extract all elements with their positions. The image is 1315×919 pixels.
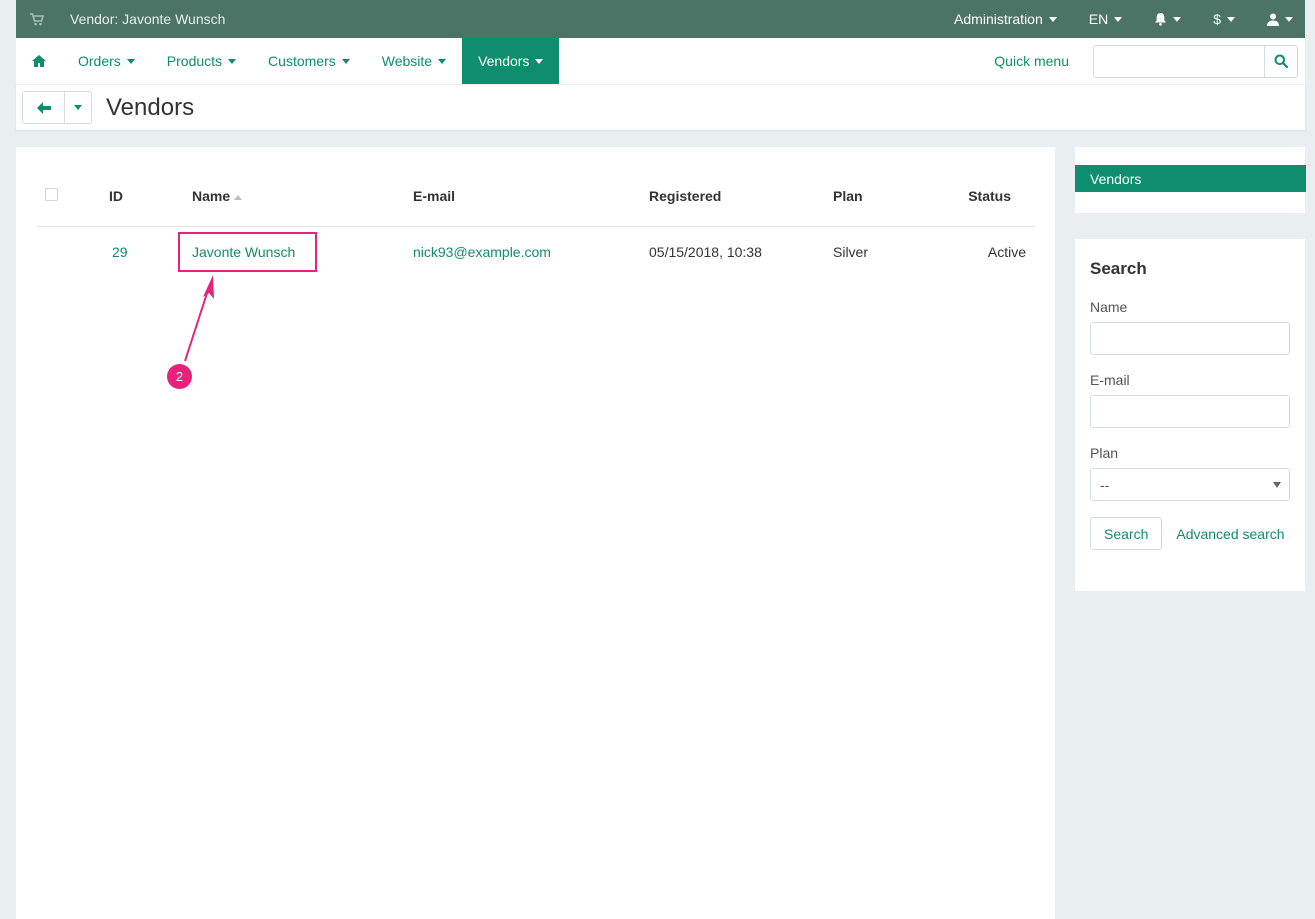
chevron-down-icon (1048, 16, 1057, 22)
main-nav: Orders Products Customers Website Vendor… (16, 38, 1305, 85)
nav-website-label: Website (381, 53, 433, 69)
page-header: Vendors (16, 85, 1305, 130)
nav-orders[interactable]: Orders (62, 38, 151, 84)
user-menu[interactable] (1267, 13, 1293, 26)
store-title[interactable]: Vendor: Javonte Wunsch (70, 11, 225, 27)
table-header-row: ID Name E-mail Registered Plan Status (37, 167, 1035, 227)
col-registered[interactable]: Registered (649, 167, 833, 227)
search-icon (1274, 54, 1288, 68)
select-all-checkbox[interactable] (45, 188, 58, 202)
user-icon (1267, 13, 1279, 26)
search-submit-button[interactable]: Search (1090, 517, 1163, 550)
chevron-down-icon (1173, 16, 1182, 22)
vendor-id-link[interactable]: 29 (112, 244, 128, 260)
nav-customers-label: Customers (268, 53, 336, 69)
administration-menu[interactable]: Administration (954, 11, 1057, 27)
chevron-down-icon (126, 58, 135, 64)
plan-field-label: Plan (1090, 445, 1119, 461)
row-select-cell (37, 226, 109, 277)
row-email-cell: nick93@example.com (413, 226, 649, 277)
cart-icon[interactable] (30, 11, 46, 27)
col-id-label: ID (109, 188, 123, 205)
history-dropdown-button[interactable] (65, 92, 91, 123)
vendor-email-link[interactable]: nick93@example.com (413, 244, 551, 260)
col-plan-label: Plan (833, 188, 863, 205)
currency-label: $ (1213, 11, 1221, 27)
nav-website[interactable]: Website (366, 38, 462, 84)
back-button[interactable] (23, 92, 65, 123)
search-actions: Search Advanced search (1090, 517, 1290, 550)
chevron-down-icon (1285, 16, 1293, 22)
advanced-search-link[interactable]: Advanced search (1176, 526, 1284, 542)
nav-products-label: Products (166, 53, 223, 69)
search-panel: Search Name E-mail Plan -- Search Advanc… (1075, 239, 1305, 591)
page-title: Vendors (106, 93, 195, 121)
nav-vendors-label: Vendors (478, 53, 530, 69)
side-menu-item-vendors[interactable]: Vendors (1075, 165, 1306, 192)
chevron-down-icon (1273, 481, 1281, 488)
quick-menu-link[interactable]: Quick menu (994, 38, 1069, 84)
nav-products[interactable]: Products (151, 38, 252, 84)
language-menu[interactable]: EN (1088, 11, 1123, 27)
administration-label: Administration (954, 11, 1043, 27)
nav-vendors[interactable]: Vendors (462, 38, 560, 84)
arrow-left-icon (36, 101, 51, 114)
col-email[interactable]: E-mail (413, 167, 649, 227)
chevron-down-icon (1227, 16, 1235, 22)
row-plan-cell: Silver (833, 243, 869, 260)
name-field[interactable] (1090, 322, 1290, 355)
col-name[interactable]: Name (192, 167, 413, 227)
chevron-down-icon (228, 58, 237, 64)
currency-menu[interactable]: $ (1213, 11, 1235, 27)
chevron-down-icon (535, 58, 544, 64)
plan-select-value: -- (1100, 476, 1110, 493)
col-plan[interactable]: Plan (833, 167, 951, 227)
chevron-down-icon (74, 105, 82, 110)
vendors-panel: ID Name E-mail Registered Plan Status 29… (16, 147, 1055, 919)
bell-icon (1155, 13, 1167, 26)
email-field[interactable] (1090, 395, 1290, 428)
annotation-badge: 2 (167, 364, 192, 389)
nav-orders-label: Orders (78, 53, 121, 69)
chevron-down-icon (341, 58, 350, 64)
annotation-highlight (178, 232, 317, 272)
search-button[interactable] (1264, 44, 1298, 78)
col-registered-label: Registered (649, 188, 722, 205)
name-field-label: Name (1090, 299, 1128, 315)
col-status-label: Status (968, 188, 1011, 205)
side-menu: Vendors (1075, 147, 1306, 213)
plan-select[interactable]: -- (1090, 468, 1290, 501)
row-registered-cell: 05/15/2018, 10:38 (649, 243, 762, 260)
home-icon[interactable] (16, 38, 62, 84)
global-search-input[interactable] (1093, 44, 1264, 78)
email-field-label: E-mail (1090, 372, 1130, 388)
sort-asc-icon (234, 195, 243, 201)
notifications-menu[interactable] (1154, 12, 1182, 26)
col-id[interactable]: ID (109, 167, 192, 227)
col-name-label: Name (192, 188, 231, 205)
row-status-cell: Active (987, 243, 1026, 260)
col-email-label: E-mail (413, 188, 456, 205)
nav-customers[interactable]: Customers (252, 38, 366, 84)
language-label: EN (1088, 11, 1109, 27)
chevron-down-icon (438, 58, 447, 64)
select-all-cell (37, 167, 109, 227)
col-status[interactable]: Status (951, 167, 1035, 227)
top-bar: Vendor: Javonte Wunsch Administration EN… (16, 0, 1305, 38)
global-search (1093, 38, 1298, 84)
back-button-group (22, 91, 92, 124)
search-panel-title: Search (1090, 259, 1147, 278)
chevron-down-icon (1114, 16, 1123, 22)
